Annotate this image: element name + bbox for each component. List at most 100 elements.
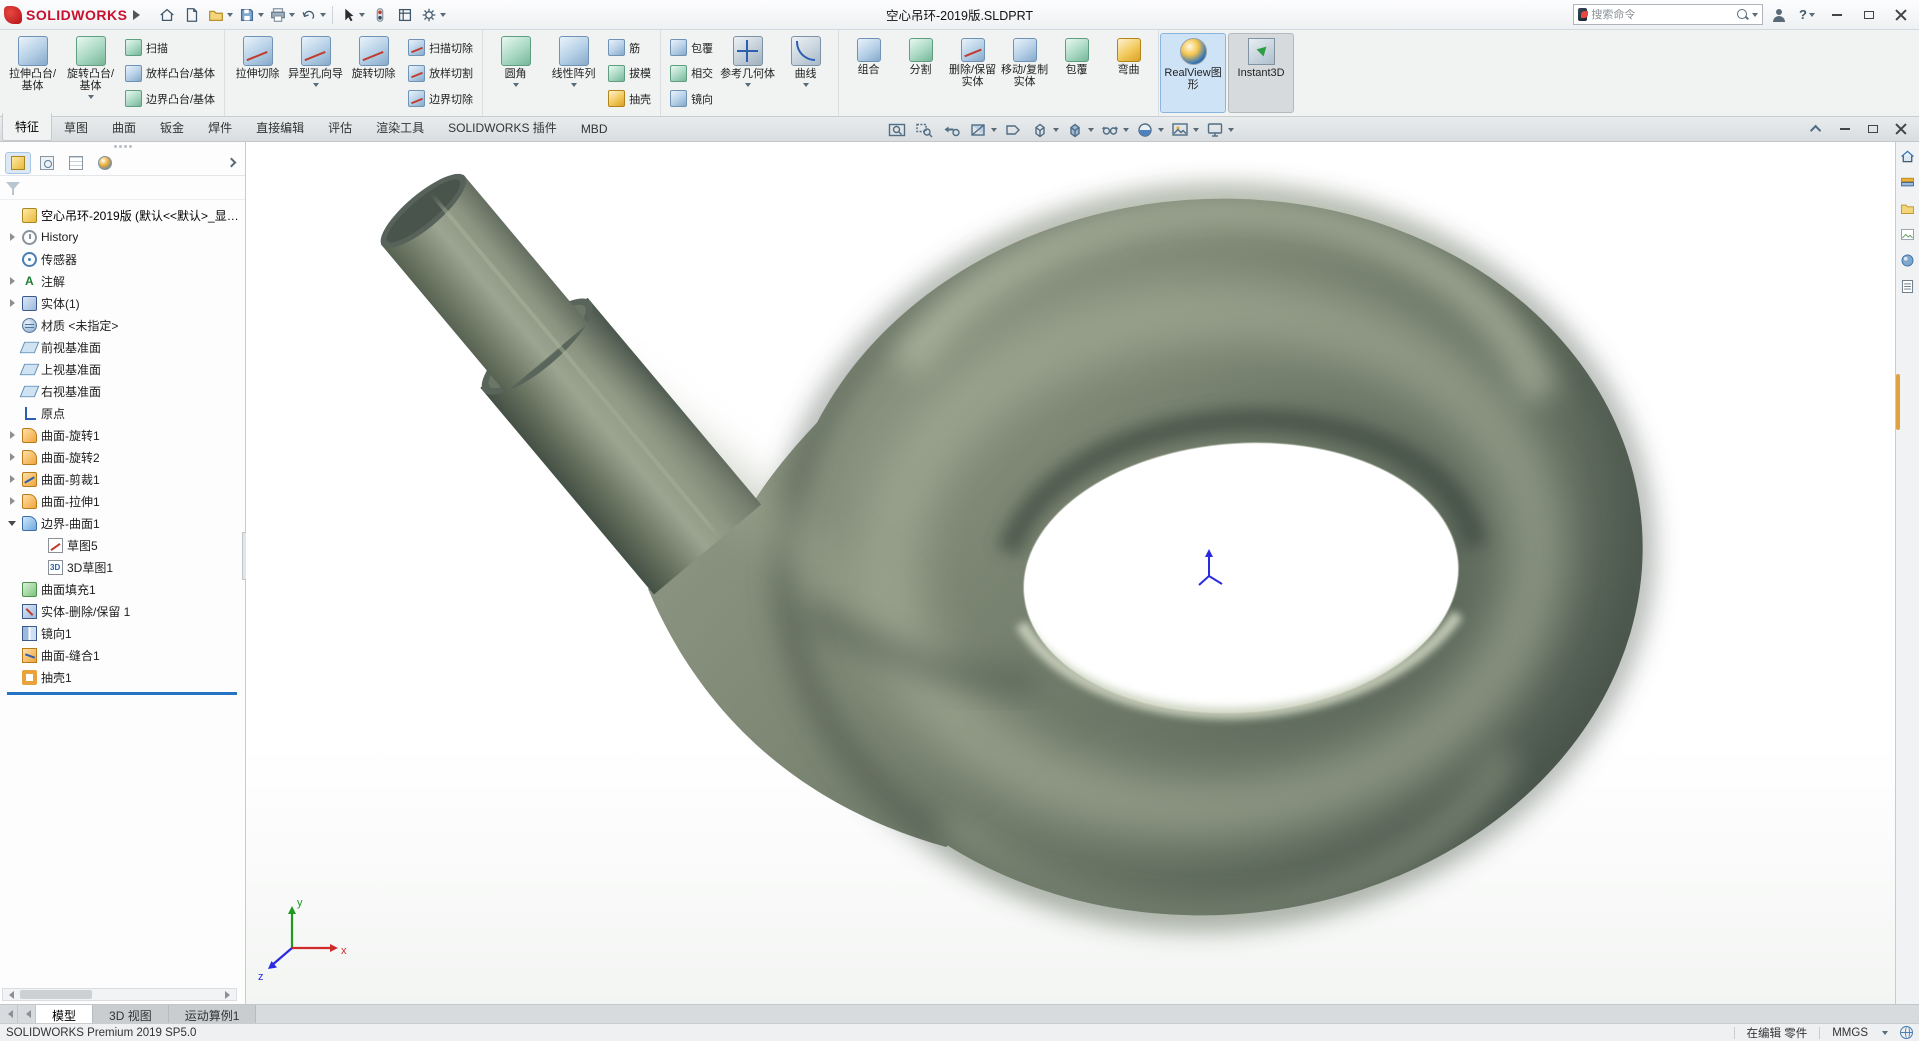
surface-extrude-1-expand-arrow[interactable] — [8, 496, 18, 506]
edit-appearance-button[interactable] — [1132, 119, 1166, 141]
display-manager-tab[interactable] — [92, 152, 118, 174]
open-dropdown-arrow[interactable] — [227, 13, 234, 20]
property-manager-tab[interactable] — [34, 152, 60, 174]
open-button[interactable] — [205, 3, 235, 27]
ribbon-button-lofted-cut[interactable]: 放样切割 — [403, 61, 478, 86]
tree-item-surface-extrude-1[interactable]: 曲面-拉伸1 — [4, 490, 245, 512]
configuration-manager-tab[interactable] — [63, 152, 89, 174]
tree-item-solid-bodies[interactable]: 实体(1) — [4, 292, 245, 314]
ribbon-button-extruded-cut[interactable]: 拉伸切除 — [229, 32, 286, 114]
ribbon-button-reference-geometry[interactable]: 参考几何体 — [719, 32, 776, 114]
panel-horizontal-scrollbar[interactable] — [2, 988, 237, 1001]
bottom-tab-model[interactable]: 模型 — [36, 1005, 94, 1023]
ribbon-button-combine[interactable]: 组合 — [843, 32, 894, 114]
reference-geometry-dropdown-arrow[interactable] — [744, 83, 751, 90]
surface-trim-1-expand-arrow[interactable] — [8, 474, 18, 484]
view-orientation-dropdown-arrow[interactable] — [1053, 128, 1059, 135]
ribbon-button-lofted-boss-base[interactable]: 放样凸台/基体 — [120, 61, 220, 86]
select-dropdown-arrow[interactable] — [359, 13, 366, 20]
zoom-area-button[interactable] — [911, 119, 937, 141]
fillet-dropdown-arrow[interactable] — [512, 83, 519, 90]
view-orientation-button[interactable] — [1027, 119, 1061, 141]
ribbon-button-revolved-boss-base[interactable]: 旋转凸台/基体 — [62, 32, 119, 114]
tree-item-origin[interactable]: 原点 — [4, 402, 245, 424]
hide-show-dropdown-arrow[interactable] — [1123, 128, 1129, 135]
tab-sketch[interactable]: 草图 — [52, 115, 100, 141]
tab-surfaces[interactable]: 曲面 — [100, 115, 148, 141]
hole-wizard-dropdown-arrow[interactable] — [312, 83, 319, 90]
ribbon-button-boundary-cut[interactable]: 边界切除 — [403, 86, 478, 111]
units-selector[interactable]: MMGS — [1832, 1027, 1868, 1039]
tab-scroll-left-button[interactable] — [18, 1005, 36, 1023]
search-input[interactable] — [1591, 8, 1734, 21]
ribbon-button-move-copy-body[interactable]: 移动/复制实体 — [999, 32, 1050, 114]
tree-item-boundary-surface-1[interactable]: 边界-曲面1 — [4, 512, 245, 534]
ribbon-button-intersect[interactable]: 相交 — [665, 61, 718, 86]
ribbon-button-curves[interactable]: 曲线 — [777, 32, 834, 114]
scrollbar-thumb[interactable] — [20, 990, 92, 999]
save-button[interactable] — [236, 3, 266, 27]
graphics-area[interactable]: y x z — [246, 142, 1895, 1004]
print-dropdown-arrow[interactable] — [289, 13, 296, 20]
ribbon-button-rib[interactable]: 筋 — [603, 35, 656, 60]
tree-item-material[interactable]: 材质 <未指定> — [4, 314, 245, 336]
view-palette-button[interactable] — [1897, 224, 1918, 245]
ribbon-button-delete-keep-body[interactable]: 删除/保留实体 — [947, 32, 998, 114]
tab-render-tools[interactable]: 渲染工具 — [364, 115, 436, 141]
revolved-boss-base-dropdown-arrow[interactable] — [87, 95, 94, 102]
tree-filter-bar[interactable] — [0, 176, 245, 200]
options-dropdown-arrow[interactable] — [440, 13, 447, 20]
bottom-tab-motion-study-1[interactable]: 运动算例1 — [168, 1005, 257, 1023]
ribbon-button-boundary-boss-base[interactable]: 边界凸台/基体 — [120, 86, 220, 111]
scroll-right-button[interactable] — [223, 989, 236, 1000]
previous-view-button[interactable] — [938, 119, 964, 141]
ribbon-button-mirror[interactable]: 镜向 — [665, 86, 718, 111]
ribbon-toggle-realview-graphics[interactable]: RealView图形 — [1160, 33, 1227, 113]
ribbon-button-wrap[interactable]: 包覆 — [665, 35, 718, 60]
stem[interactable] — [359, 153, 762, 595]
panel-flyout-button[interactable] — [222, 153, 240, 173]
scroll-left-button[interactable] — [3, 989, 16, 1000]
ribbon-button-split[interactable]: 分割 — [895, 32, 946, 114]
display-style-dropdown-arrow[interactable] — [1088, 128, 1094, 135]
curves-dropdown-arrow[interactable] — [802, 83, 809, 90]
display-style-button[interactable] — [1062, 119, 1096, 141]
ribbon-button-revolved-cut[interactable]: 旋转切除 — [345, 32, 402, 114]
zoom-fit-button[interactable] — [884, 119, 910, 141]
taskpane-scrollbar-thumb[interactable] — [1896, 374, 1900, 430]
tree-item-surface-revolve-1[interactable]: 曲面-旋转1 — [4, 424, 245, 446]
tree-item-surface-revolve-2[interactable]: 曲面-旋转2 — [4, 446, 245, 468]
doc-restore-button[interactable] — [1861, 119, 1885, 139]
ribbon-button-swept-cut[interactable]: 扫描切除 — [403, 35, 478, 60]
bottom-tab-3d-views[interactable]: 3D 视图 — [93, 1005, 169, 1023]
home-button[interactable] — [155, 3, 179, 27]
rollback-bar[interactable] — [7, 692, 237, 695]
feature-tree-tab[interactable] — [5, 151, 31, 174]
options-button[interactable] — [418, 3, 448, 27]
tree-item-front-plane[interactable]: 前视基准面 — [4, 336, 245, 358]
ribbon-button-linear-pattern[interactable]: 线性阵列 — [545, 32, 602, 114]
surface-revolve-2-expand-arrow[interactable] — [8, 452, 18, 462]
section-view-button[interactable] — [965, 119, 999, 141]
file-properties-button[interactable] — [393, 3, 417, 27]
search-magnifier-icon[interactable] — [1737, 8, 1747, 21]
linear-pattern-dropdown-arrow[interactable] — [570, 83, 577, 90]
tab-evaluate[interactable]: 评估 — [316, 115, 364, 141]
tab-mbd[interactable]: MBD — [569, 118, 620, 141]
hide-show-items-button[interactable] — [1097, 119, 1131, 141]
apply-scene-button[interactable] — [1167, 119, 1201, 141]
ribbon-button-flex[interactable]: 弯曲 — [1103, 32, 1154, 114]
tree-item-annotations[interactable]: 注解 — [4, 270, 245, 292]
new-document-button[interactable] — [180, 3, 204, 27]
doc-minimize-button[interactable] — [1833, 119, 1857, 139]
ribbon-button-hole-wizard[interactable]: 异型孔向导 — [287, 32, 344, 114]
tab-sheet-metal[interactable]: 钣金 — [148, 115, 196, 141]
ribbon-button-wrap-2[interactable]: 包覆 — [1051, 32, 1102, 114]
tree-item-right-plane[interactable]: 右视基准面 — [4, 380, 245, 402]
ribbon-button-swept-boss-base[interactable]: 扫描 — [120, 35, 220, 60]
selection-filter-button[interactable] — [368, 3, 392, 27]
tree-item-root[interactable]: 空心吊环-2019版 (默认<<默认>_显示状... — [4, 204, 245, 226]
tab-weldments[interactable]: 焊件 — [196, 115, 244, 141]
design-library-button[interactable] — [1897, 172, 1918, 193]
file-explorer-button[interactable] — [1897, 198, 1918, 219]
